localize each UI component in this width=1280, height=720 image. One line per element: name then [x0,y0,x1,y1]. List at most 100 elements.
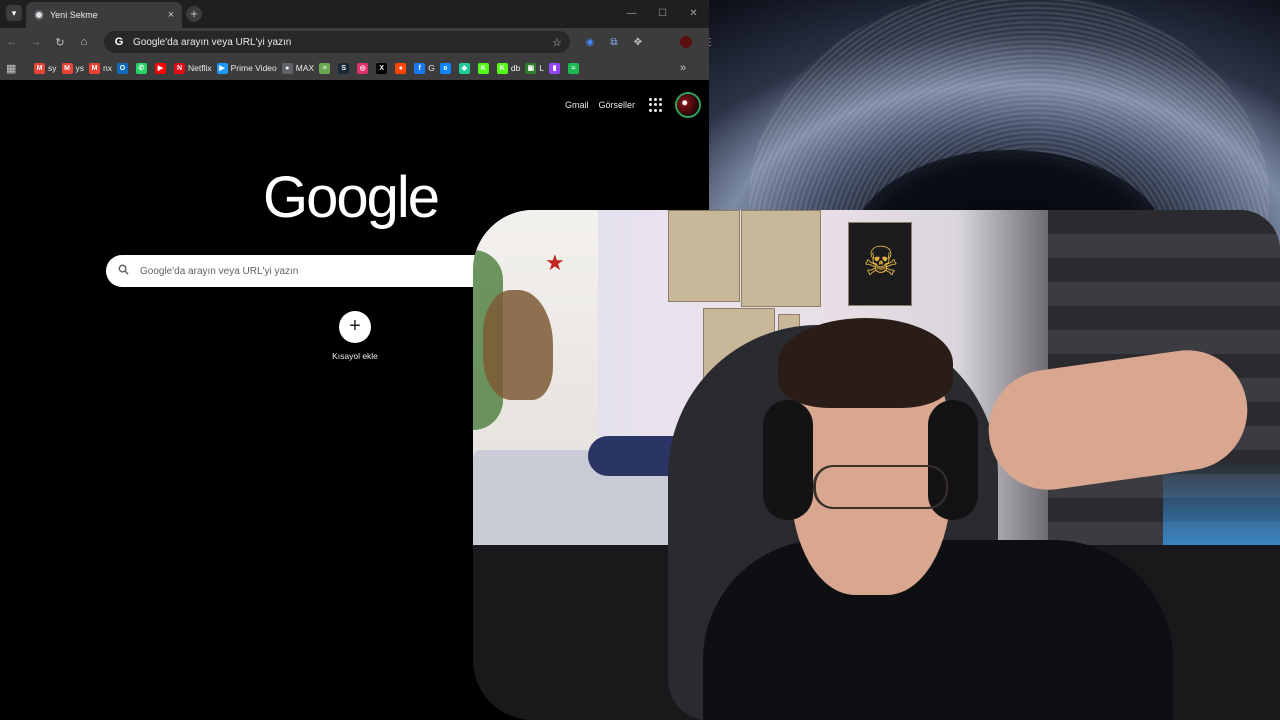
bookmark-label: G [428,63,435,73]
bm-x-icon: X [376,62,388,74]
back-button[interactable]: ← [0,36,24,48]
bm-ext2-icon: ◆ [458,62,470,74]
menu-kebab-icon[interactable]: ⋮ [698,37,722,48]
bookmarks-overflow-icon[interactable]: » [680,62,686,74]
add-shortcut-plus-icon[interactable]: + [339,311,371,343]
profile-icon[interactable] [674,36,698,48]
search-icon [118,264,130,278]
bm-instagram-icon: ◎ [357,62,369,74]
glasses [813,465,948,509]
add-shortcut-label: Kısayol ekle [332,351,378,361]
home-button[interactable]: ⌂ [72,36,96,48]
reload-button[interactable]: ↻ [48,36,72,49]
bm-whatsapp[interactable]: ✆ [135,62,150,74]
bm-ext1[interactable]: ≡ [319,62,333,74]
bm-gmail-sy-icon: M [34,62,45,74]
bm-gmail-ys[interactable]: Mys [61,62,85,74]
tab-search-icon[interactable]: ▾ [6,5,22,21]
bookmark-label: sy [48,63,57,73]
account-avatar[interactable] [675,92,701,118]
maximize-button[interactable]: ☐ [647,0,678,28]
bookmark-label: L [539,63,545,73]
tab-strip: ▾ Yeni Sekme × + — ☐ ✕ [0,0,709,28]
chrome-icon [34,10,44,20]
poster-skull [848,222,912,306]
person-shirt [703,540,1173,720]
close-window-button[interactable]: ✕ [678,0,709,28]
bookmarks-bar: ▦ Msy Mys Mnx O ✆ ▶ N Netflix ▶ Prime Video ● MAX ≡ S… [0,56,709,80]
translate-icon[interactable]: ⧉ [602,37,626,48]
toolbar-extensions: ◉ ⧉ ✥ ⋮ [578,28,722,56]
bm-bluesky[interactable]: ʚ [439,62,454,74]
bm-gmail-sy[interactable]: Msy [34,62,57,74]
extensions-puzzle-icon[interactable]: ✥ [626,37,650,48]
bookmark-star-icon[interactable]: ☆ [552,36,570,49]
google-icon: G [114,36,124,48]
bookmark-label: MAX [295,63,315,73]
bm-facebook[interactable]: fG [414,62,435,74]
bookmark-label: Netflix [187,63,212,73]
bm-netflix[interactable]: N Netflix [173,62,212,74]
headphone-left [763,400,813,520]
new-tab-button[interactable]: + [186,6,202,22]
bm-youtube[interactable]: ▶ [154,62,169,74]
bm-gmail-nx[interactable]: Mnx [89,62,112,74]
tab-close-icon[interactable]: × [164,9,178,21]
bm-gmail-nx-icon: M [89,62,100,74]
apps-grid-icon[interactable]: ▦ [6,62,20,75]
google-apps-icon[interactable] [649,98,663,112]
bm-twitch[interactable]: ▮ [549,62,563,74]
bm-terminal[interactable]: ▣ L [525,62,545,74]
bm-outlook[interactable]: O [116,62,131,74]
bm-x[interactable]: X [376,62,390,74]
bm-prime[interactable]: ▶ Prime Video [216,62,277,74]
extension-audio-icon[interactable]: ◉ [578,37,602,48]
address-bar-text[interactable]: Google'da arayın veya URL'yi yazın [133,37,552,48]
bm-kick-db-icon: K [496,62,508,74]
bookmark-label: db [510,63,521,73]
bm-facebook-icon: f [414,62,426,74]
address-bar[interactable]: G Google'da arayın veya URL'yi yazın ☆ [104,31,570,53]
bm-steam[interactable]: S [338,62,352,74]
bm-reddit[interactable]: ● [395,62,409,74]
forward-button[interactable]: → [24,36,48,48]
google-logo: Google [263,165,440,230]
person-hair [778,318,953,408]
poster-rocket [668,210,740,302]
tab-new-tab[interactable]: Yeni Sekme × [26,2,182,28]
bm-kick-db[interactable]: Kdb [496,62,521,74]
bookmark-label: Prime Video [230,63,277,73]
top-links: Gmail Görseller [565,92,701,118]
bm-max[interactable]: ● MAX [281,62,315,74]
bm-twitch-icon: ▮ [549,62,561,74]
bm-ext1-icon: ≡ [319,62,331,74]
gmail-link[interactable]: Gmail [565,100,589,110]
bm-ext2[interactable]: ◆ [458,62,473,74]
bm-spotify-icon: ≈ [568,62,580,74]
bm-whatsapp-icon: ✆ [135,62,147,74]
bm-bluesky-icon: ʚ [439,62,451,74]
bm-spotify[interactable]: ≈ [568,62,582,74]
bm-instagram[interactable]: ◎ [357,62,371,74]
bm-youtube-icon: ▶ [154,62,166,74]
bm-netflix-icon: N [173,62,185,74]
bm-kick1[interactable]: K [477,62,492,74]
webcam-overlay: ★ [473,210,1280,720]
bm-prime-icon: ▶ [216,62,228,74]
minimize-button[interactable]: — [616,0,647,28]
toolbar: ← → ↻ ⌂ G Google'da arayın veya URL'yi y… [0,28,715,56]
search-placeholder[interactable]: Google'da arayın veya URL'yi yazın [140,266,298,277]
images-link[interactable]: Görseller [598,100,635,110]
add-shortcut[interactable]: + Kısayol ekle [320,311,390,361]
bm-terminal-icon: ▣ [525,62,537,74]
bm-gmail-ys-icon: M [61,62,73,74]
bm-steam-icon: S [338,62,350,74]
poster-newspaper [741,210,821,307]
tab-title: Yeni Sekme [50,10,98,20]
window-controls: — ☐ ✕ [616,0,709,28]
bm-max-icon: ● [281,62,293,74]
bm-kick1-icon: K [477,62,489,74]
bookmark-label: nx [103,63,112,73]
bookmark-label: ys [75,63,85,73]
bm-outlook-icon: O [116,62,128,74]
